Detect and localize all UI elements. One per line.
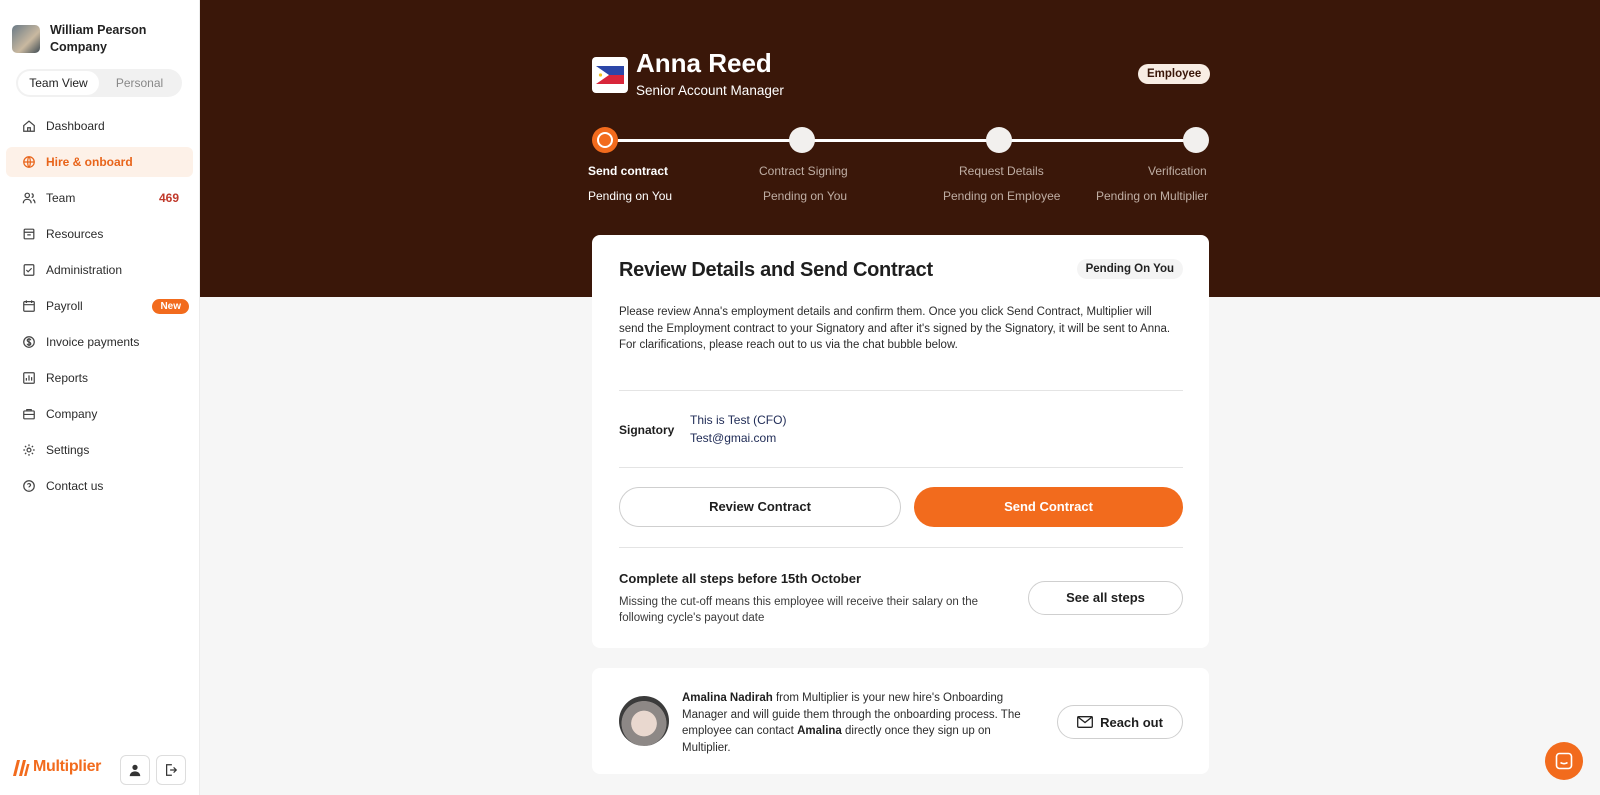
signatory-label: Signatory bbox=[619, 423, 675, 437]
chat-bubble-button[interactable] bbox=[1545, 742, 1583, 780]
review-contract-button[interactable]: Review Contract bbox=[619, 487, 901, 527]
gear-icon bbox=[22, 443, 36, 457]
org-avatar bbox=[12, 25, 40, 53]
signatory-name: This is Test (CFO) bbox=[690, 413, 787, 427]
send-contract-card: Review Details and Send Contract Pending… bbox=[592, 235, 1209, 648]
step-label-send-contract: Send contract bbox=[588, 164, 669, 178]
sidebar-item-reports[interactable]: Reports bbox=[6, 363, 193, 393]
country-flag bbox=[592, 57, 628, 93]
divider bbox=[619, 390, 1183, 391]
sidebar-item-label: Administration bbox=[46, 263, 123, 277]
step-label-verification: Verification bbox=[1148, 164, 1207, 178]
sidebar-item-label: Resources bbox=[46, 227, 104, 241]
reach-out-button[interactable]: Reach out bbox=[1057, 705, 1183, 739]
sidebar-item-label: Dashboard bbox=[46, 119, 105, 133]
globe-icon bbox=[22, 155, 36, 169]
see-all-steps-button[interactable]: See all steps bbox=[1028, 581, 1183, 615]
divider bbox=[619, 467, 1183, 468]
briefcase-icon bbox=[22, 407, 36, 421]
users-icon bbox=[22, 191, 36, 205]
sidebar-item-hire-onboard[interactable]: Hire & onboard bbox=[6, 147, 193, 177]
box-icon bbox=[22, 227, 36, 241]
employee-name: Anna Reed bbox=[636, 48, 772, 78]
reach-out-label: Reach out bbox=[1100, 714, 1163, 730]
sidebar-item-label: Company bbox=[46, 407, 98, 421]
org-name: William Pearson Company bbox=[50, 23, 147, 54]
philippines-flag-icon bbox=[596, 66, 624, 84]
brand-name: Multiplier bbox=[33, 758, 102, 775]
card-title: Review Details and Send Contract bbox=[619, 259, 933, 281]
sidebar-item-settings[interactable]: Settings bbox=[6, 435, 193, 465]
sidebar-item-administration[interactable]: Administration bbox=[6, 255, 193, 285]
step-dot-contract-signing[interactable] bbox=[789, 127, 815, 153]
sidebar-item-label: Invoice payments bbox=[46, 335, 140, 349]
sidebar-item-dashboard[interactable]: Dashboard bbox=[6, 111, 193, 141]
sidebar: William Pearson Company Team View Person… bbox=[0, 0, 200, 795]
step-status-contract-signing: Pending on You bbox=[763, 189, 848, 203]
bar-chart-icon bbox=[22, 371, 36, 385]
step-dot-send-contract[interactable] bbox=[592, 127, 618, 153]
progress-track bbox=[606, 139, 1196, 142]
dollar-icon bbox=[22, 335, 36, 349]
step-status-request-details: Pending on Employee bbox=[943, 189, 1061, 203]
sidebar-item-label: Team bbox=[46, 191, 76, 205]
brand-logo[interactable]: Multiplier bbox=[12, 756, 101, 778]
sidebar-item-payroll[interactable]: Payroll New bbox=[6, 291, 193, 321]
card-description: Please review Anna's employment details … bbox=[619, 304, 1179, 354]
step-status-send-contract: Pending on You bbox=[588, 189, 673, 203]
view-toggle: Team View Personal bbox=[16, 69, 182, 97]
employee-type-badge: Employee bbox=[1138, 64, 1211, 84]
calendar-icon bbox=[22, 299, 36, 313]
step-dot-request-details[interactable] bbox=[986, 127, 1012, 153]
clarification-paragraph: For clarifications, please reach out to … bbox=[619, 339, 958, 351]
sidebar-item-label: Reports bbox=[46, 371, 89, 385]
team-view-toggle[interactable]: Team View bbox=[18, 71, 99, 95]
logout-icon bbox=[166, 764, 178, 776]
person-icon bbox=[129, 764, 141, 777]
sidebar-item-invoice-payments[interactable]: Invoice payments bbox=[6, 327, 193, 357]
step-dot-verification[interactable] bbox=[1183, 127, 1209, 153]
divider bbox=[619, 547, 1183, 548]
manager-first-name: Amalina bbox=[797, 725, 842, 737]
sidebar-item-resources[interactable]: Resources bbox=[6, 219, 193, 249]
profile-button[interactable] bbox=[120, 755, 150, 785]
manager-description: Amalina Nadirah from Multiplier is your … bbox=[682, 690, 1042, 756]
home-icon bbox=[22, 119, 36, 133]
cutoff-title: Complete all steps before 15th October bbox=[619, 571, 862, 586]
employee-role: Senior Account Manager bbox=[636, 83, 784, 98]
sidebar-item-label: Hire & onboard bbox=[46, 155, 133, 169]
signatory-email: Test@gmai.com bbox=[690, 431, 777, 445]
sidebar-item-contact-us[interactable]: Contact us bbox=[6, 471, 193, 501]
new-badge: New bbox=[152, 298, 189, 314]
step-status-verification: Pending on Multiplier bbox=[1096, 189, 1209, 203]
sidebar-item-team[interactable]: Team 469 bbox=[6, 183, 193, 213]
help-icon bbox=[22, 479, 36, 493]
manager-avatar bbox=[619, 696, 669, 746]
cutoff-description: Missing the cut-off means this employee … bbox=[619, 596, 979, 624]
pending-badge: Pending On You bbox=[1076, 259, 1183, 279]
sidebar-nav: Dashboard Hire & onboard Team 469 Resour… bbox=[6, 111, 193, 507]
multiplier-logo-icon bbox=[13, 760, 30, 776]
step-label-request-details: Request Details bbox=[959, 164, 1044, 178]
sidebar-item-label: Payroll bbox=[46, 299, 83, 313]
chat-icon bbox=[1555, 752, 1573, 770]
personal-view-toggle[interactable]: Personal bbox=[99, 71, 180, 95]
checklist-icon bbox=[22, 263, 36, 277]
step-label-contract-signing: Contract Signing bbox=[759, 164, 848, 178]
sidebar-item-company[interactable]: Company bbox=[6, 399, 193, 429]
logout-button[interactable] bbox=[156, 755, 186, 785]
mail-icon bbox=[1077, 716, 1094, 728]
team-count: 469 bbox=[158, 191, 179, 205]
sidebar-item-label: Contact us bbox=[46, 479, 104, 493]
send-contract-button[interactable]: Send Contract bbox=[914, 487, 1183, 527]
manager-name: Amalina Nadirah bbox=[682, 692, 773, 704]
org-switcher[interactable]: William Pearson Company bbox=[12, 22, 160, 56]
onboarding-manager-card: Amalina Nadirah from Multiplier is your … bbox=[592, 668, 1209, 774]
sidebar-item-label: Settings bbox=[46, 443, 90, 457]
description-paragraph: Please review Anna's employment details … bbox=[619, 306, 1171, 335]
